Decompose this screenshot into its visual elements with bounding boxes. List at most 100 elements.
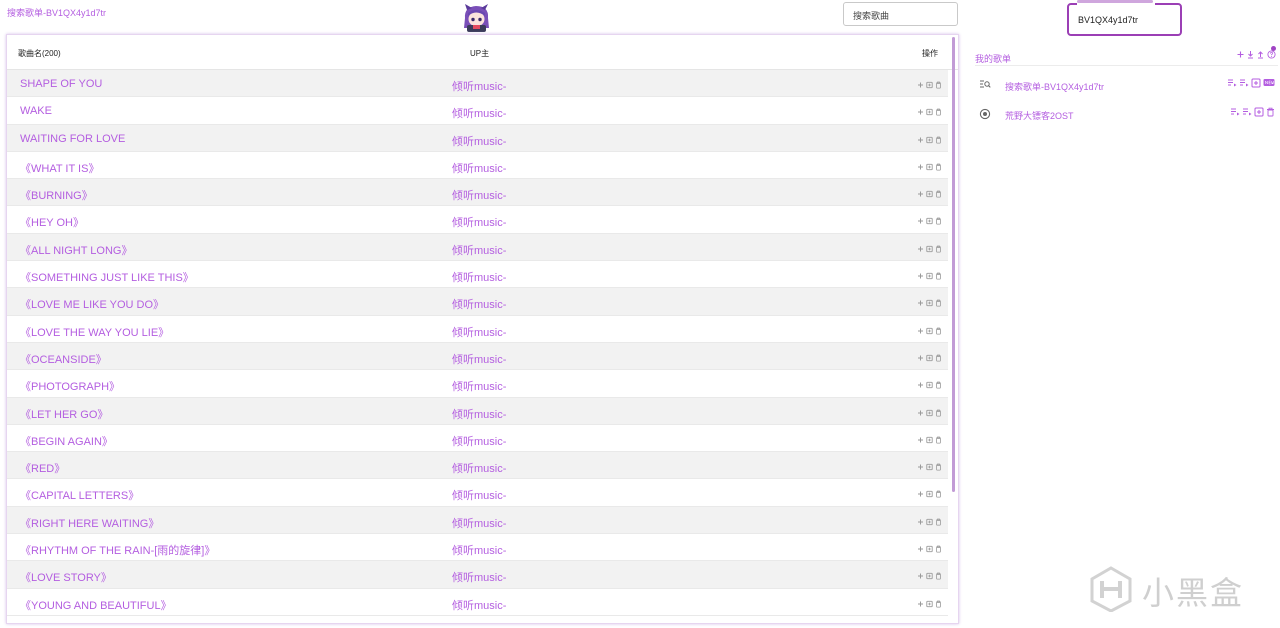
play-list-icon[interactable] [1230,107,1240,116]
table-scrollbar[interactable] [952,37,955,492]
song-name[interactable]: WAITING FOR LOVE [20,133,125,145]
add-song-icon[interactable] [917,540,924,558]
uploader-name[interactable]: 倾听music- [452,242,506,258]
table-row[interactable]: 《SOMETHING JUST LIKE THIS》 倾听music- [7,261,948,289]
table-row[interactable]: 《PHOTOGRAPH》 倾听music- [7,370,948,398]
add-song-icon[interactable] [917,267,924,285]
song-name[interactable]: 《YOUNG AND BEAUTIFUL》 [20,597,172,613]
table-row[interactable]: 《YOUNG AND BEAUTIFUL》 倾听music- [7,589,948,616]
add-to-playlist-icon[interactable] [926,76,933,94]
add-to-playlist-icon[interactable] [926,567,933,585]
add-to-playlist-icon[interactable] [926,267,933,285]
song-name[interactable]: 《BEGIN AGAIN》 [20,433,113,449]
table-row[interactable]: 《ALL NIGHT LONG》 倾听music- [7,233,948,262]
delete-icon[interactable] [935,513,942,531]
delete-icon[interactable] [935,131,942,149]
add-playlist-icon[interactable] [1237,50,1244,59]
table-row[interactable]: 《LOVE ME LIKE YOU DO》 倾听music- [7,288,948,316]
uploader-name[interactable]: 倾听music- [452,487,506,503]
add-song-icon[interactable] [917,294,924,312]
song-name[interactable]: 《LET HER GO》 [20,406,108,422]
add-song-icon[interactable] [917,240,924,258]
download-icon[interactable] [1247,50,1254,59]
uploader-name[interactable]: 倾听music- [452,324,506,340]
add-song-icon[interactable] [917,103,924,121]
add-to-playlist-icon[interactable] [926,212,933,230]
song-name[interactable]: SHAPE OF YOU [20,78,102,90]
play-list-icon[interactable] [1227,78,1237,87]
delete-icon[interactable] [935,595,942,613]
song-name[interactable]: 《WHAT IT IS》 [20,160,99,176]
uploader-name[interactable]: 倾听music- [452,269,506,285]
add-to-playlist-icon[interactable] [926,513,933,531]
song-name[interactable]: 《OCEANSIDE》 [20,351,107,367]
delete-icon[interactable] [935,540,942,558]
song-name[interactable]: 《PHOTOGRAPH》 [20,378,120,394]
bv-id-input[interactable]: BV1QX4y1d7tr [1067,0,1182,36]
add-song-icon[interactable] [917,458,924,476]
song-search-input[interactable]: 搜索歌曲 [843,2,958,26]
song-name[interactable]: WAKE [20,105,52,117]
add-to-playlist-icon[interactable] [926,404,933,422]
table-row[interactable]: 《LET HER GO》 倾听music- [7,397,948,425]
delete-icon[interactable] [935,185,942,203]
uploader-name[interactable]: 倾听music- [452,515,506,531]
song-name[interactable]: 《RED》 [20,460,65,476]
uploader-name[interactable]: 倾听music- [452,460,506,476]
table-row[interactable]: 《WHAT IT IS》 倾听music- [7,152,948,180]
uploader-name[interactable]: 倾听music- [452,351,506,367]
new-badge-icon[interactable] [1263,78,1275,87]
song-name[interactable]: 《BURNING》 [20,187,93,203]
add-song-icon[interactable] [917,376,924,394]
add-to-playlist-icon[interactable] [926,185,933,203]
uploader-name[interactable]: 倾听music- [452,78,506,94]
add-song-icon[interactable] [917,485,924,503]
delete-icon[interactable] [935,322,942,340]
uploader-name[interactable]: 倾听music- [452,542,506,558]
add-song-icon[interactable] [917,158,924,176]
table-row[interactable]: 《CAPITAL LETTERS》 倾听music- [7,479,948,507]
playlist-item-search[interactable]: 搜索歌单-BV1QX4y1d7tr [979,77,1278,93]
add-to-playlist-icon[interactable] [926,595,933,613]
table-row[interactable]: 《LOVE STORY》 倾听music- [7,561,948,589]
table-row[interactable]: SHAPE OF YOU 倾听music- [7,70,948,98]
delete-icon[interactable] [935,240,942,258]
add-to-playlist-icon[interactable] [926,322,933,340]
add-to-playlist-icon[interactable] [926,240,933,258]
song-name[interactable]: 《RHYTHM OF THE RAIN-[雨的旋律]》 [20,542,215,558]
uploader-name[interactable]: 倾听music- [452,569,506,585]
song-name[interactable]: 《HEY OH》 [20,214,84,230]
table-row[interactable]: WAITING FOR LOVE 倾听music- [7,124,948,152]
add-song-icon[interactable] [917,595,924,613]
uploader-name[interactable]: 倾听music- [452,105,506,121]
delete-icon[interactable] [935,349,942,367]
add-song-icon[interactable] [917,349,924,367]
add-to-queue-icon[interactable] [1242,107,1252,116]
table-row[interactable]: 《RIGHT HERE WAITING》 倾听music- [7,506,948,535]
table-row[interactable]: 《HEY OH》 倾听music- [7,206,948,234]
uploader-name[interactable]: 倾听music- [452,133,506,149]
table-row[interactable]: 《RED》 倾听music- [7,452,948,480]
delete-icon[interactable] [935,485,942,503]
add-to-playlist-icon[interactable] [926,131,933,149]
table-row[interactable]: 《RHYTHM OF THE RAIN-[雨的旋律]》 倾听music- [7,534,948,562]
song-name[interactable]: 《LOVE ME LIKE YOU DO》 [20,296,164,312]
add-box-icon[interactable] [1251,78,1261,88]
table-row[interactable]: 《BEGIN AGAIN》 倾听music- [7,425,948,453]
trash-icon[interactable] [1266,107,1275,117]
song-name[interactable]: 《LOVE STORY》 [20,569,112,585]
add-box-icon[interactable] [1254,107,1264,117]
delete-icon[interactable] [935,103,942,121]
delete-icon[interactable] [935,567,942,585]
uploader-name[interactable]: 倾听music- [452,187,506,203]
delete-icon[interactable] [935,212,942,230]
delete-icon[interactable] [935,376,942,394]
uploader-name[interactable]: 倾听music- [452,406,506,422]
delete-icon[interactable] [935,158,942,176]
delete-icon[interactable] [935,404,942,422]
add-to-playlist-icon[interactable] [926,349,933,367]
add-to-playlist-icon[interactable] [926,431,933,449]
uploader-name[interactable]: 倾听music- [452,296,506,312]
table-row[interactable]: WAKE 倾听music- [7,97,948,125]
add-song-icon[interactable] [917,185,924,203]
